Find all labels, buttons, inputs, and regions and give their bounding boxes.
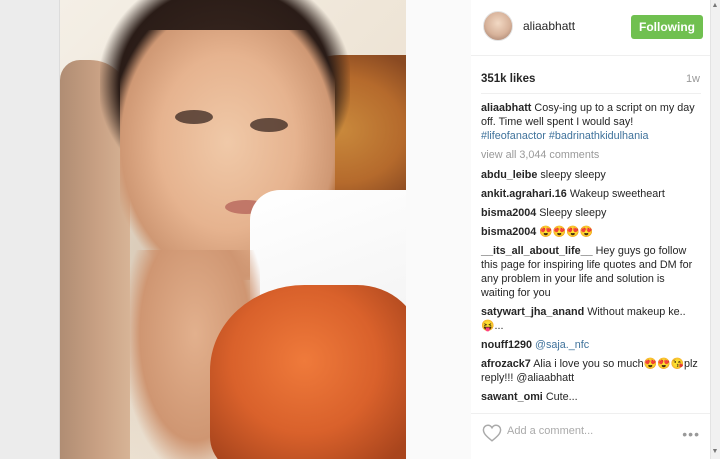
likes-count[interactable]: 351k likes [481,73,535,85]
comment-username[interactable]: afrozack7 [481,358,531,370]
comment: afrozack7 Alia i love you so much😍😍😘plz … [481,357,701,385]
comment-text: Sleepy sleepy [539,207,607,219]
comments-list: aliaabhatt Cosy-ing up to a script on my… [481,101,701,409]
comment-footer: Add a comment... ••• [471,413,710,459]
left-margin [0,0,60,459]
comment: nouff1290 @saja._nfc [481,338,701,352]
divider [481,93,701,94]
comment-username[interactable]: ankit.agrahari.16 [481,188,567,200]
comment: sawant_omi Cute... [481,390,701,404]
comment-username[interactable]: satywart_jha_anand [481,306,584,318]
comment-text: sleepy sleepy [540,169,606,181]
heart-icon[interactable] [482,424,502,442]
caption-hashtags[interactable]: #lifeofanactor #badrinathkidulhania [481,130,648,142]
comment-text: Cute... [545,391,578,403]
comment-username[interactable]: sawant_omi [481,391,543,403]
post-side-panel: aliaabhatt Following 351k likes 1w aliaa… [471,0,710,459]
orange-pillow [210,285,406,459]
instagram-post-page: aliaabhatt Following 351k likes 1w aliaa… [0,0,720,459]
username-link[interactable]: aliaabhatt [523,19,575,33]
comment: satywart_jha_anand Without makeup ke..😝.… [481,305,701,333]
view-all-comments-link[interactable]: view all 3,044 comments [481,148,701,162]
comment: abdu_leibe sleepy sleepy [481,168,701,182]
comment-username[interactable]: nouff1290 [481,339,532,351]
comment: bisma2004 Sleepy sleepy [481,206,701,220]
comment: bisma2004 😍😍😍😍 [481,225,701,239]
comment-text: Wakeup sweetheart [569,188,665,200]
avatar[interactable] [483,11,513,41]
post-photo[interactable] [60,0,406,459]
comment: __its_all_about_life__ Hey guys go follo… [481,244,701,300]
post-header: aliaabhatt Following [471,0,710,56]
comment-text: 😍😍😍😍 [539,226,594,238]
scrollbar[interactable] [710,0,720,459]
more-options-icon[interactable]: ••• [682,426,700,442]
comment-username[interactable]: abdu_leibe [481,169,537,181]
comment-username[interactable]: bisma2004 [481,226,536,238]
comment-username[interactable]: __its_all_about_life__ [481,245,593,257]
caption-username[interactable]: aliaabhatt [481,102,531,114]
post-time[interactable]: 1w [686,73,700,85]
comment-text-mention[interactable]: @saja._nfc [535,339,589,351]
following-button[interactable]: Following [631,15,703,39]
comment-username[interactable]: bisma2004 [481,207,536,219]
scroll-up-icon[interactable]: ▲ [711,2,719,10]
caption: aliaabhatt Cosy-ing up to a script on my… [481,101,701,143]
scroll-down-icon[interactable]: ▼ [711,448,719,456]
comment: ankit.agrahari.16 Wakeup sweetheart [481,187,701,201]
add-comment-input[interactable]: Add a comment... [507,425,593,437]
